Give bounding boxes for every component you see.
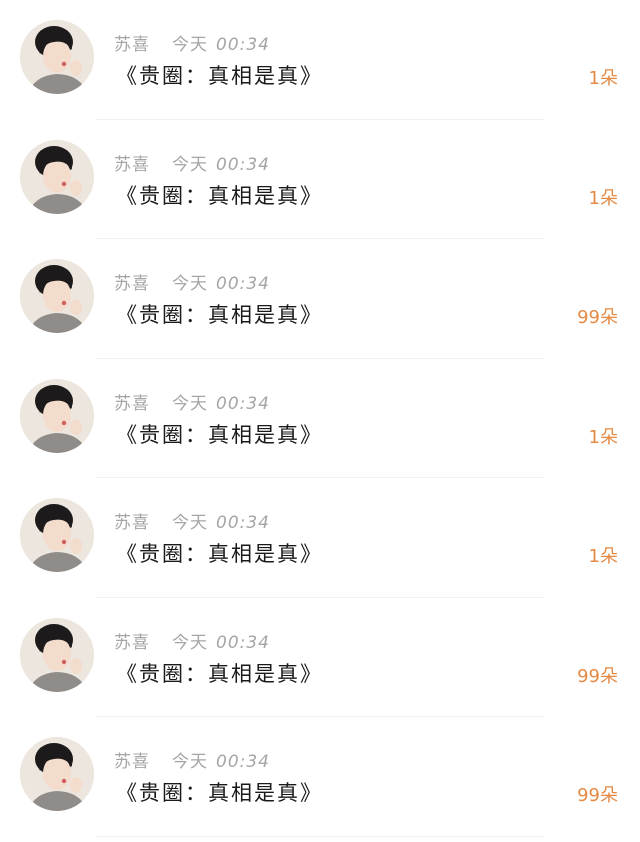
- list-item[interactable]: 苏喜 今天 00:34 《贵圈：真相是真》 99朵: [0, 598, 640, 718]
- avatar[interactable]: [20, 20, 94, 94]
- gift-count: 1朵: [588, 68, 618, 89]
- gift-count: 99朵: [577, 665, 618, 687]
- author-name: 苏喜: [114, 274, 150, 294]
- timestamp: 00:34: [216, 632, 270, 653]
- day-label: 今天: [172, 513, 208, 533]
- timestamp: 00:34: [216, 154, 270, 175]
- timestamp: 00:34: [216, 274, 270, 294]
- day-label: 今天: [172, 35, 208, 55]
- gift-count: 1朵: [588, 426, 618, 448]
- gift-count: 1朵: [588, 546, 618, 567]
- timestamp: 00:34: [216, 513, 270, 533]
- list-item[interactable]: 苏喜 今天 00:34 《贵圈：真相是真》 99朵: [0, 239, 640, 359]
- avatar[interactable]: [20, 259, 94, 333]
- message-meta: 苏喜 今天 00:34: [114, 30, 270, 55]
- gift-count: 1朵: [588, 187, 618, 209]
- avatar[interactable]: [20, 737, 94, 811]
- message-meta: 苏喜 今天 00:34: [114, 389, 270, 414]
- avatar[interactable]: [20, 617, 94, 692]
- message-meta: 苏喜 今天 00:34: [114, 150, 270, 175]
- gift-count: 99朵: [577, 307, 618, 328]
- message-list: 苏喜 今天 00:34 《贵圈：真相是真》 1朵 苏喜 今天 00:34 《贵圈：真相是…: [0, 0, 640, 842]
- message-meta: 苏喜 今天 00:34: [114, 508, 270, 533]
- avatar[interactable]: [20, 139, 94, 214]
- day-label: 今天: [172, 393, 208, 414]
- timestamp: 00:34: [216, 752, 270, 772]
- timestamp: 00:34: [216, 393, 270, 414]
- message-title: 《贵圈：真相是真》: [116, 781, 323, 805]
- list-item[interactable]: 苏喜 今天 00:34 《贵圈：真相是真》 1朵: [0, 120, 640, 240]
- message-title: 《贵圈：真相是真》: [116, 661, 323, 686]
- day-label: 今天: [172, 752, 208, 772]
- message-meta: 苏喜 今天 00:34: [114, 269, 270, 294]
- avatar[interactable]: [20, 378, 94, 453]
- day-label: 今天: [172, 274, 208, 294]
- list-item[interactable]: 苏喜 今天 00:34 《贵圈：真相是真》 1朵: [0, 359, 640, 479]
- message-title: 《贵圈：真相是真》: [116, 422, 323, 447]
- message-title: 《贵圈：真相是真》: [116, 303, 323, 327]
- list-item[interactable]: 苏喜 今天 00:34 《贵圈：真相是真》 99朵: [0, 717, 640, 837]
- author-name: 苏喜: [114, 393, 150, 414]
- message-meta: 苏喜 今天 00:34: [114, 747, 270, 772]
- author-name: 苏喜: [114, 513, 150, 533]
- gift-count: 99朵: [577, 785, 618, 806]
- message-title: 《贵圈：真相是真》: [116, 542, 323, 566]
- list-item[interactable]: 苏喜 今天 00:34 《贵圈：真相是真》 1朵: [0, 0, 640, 120]
- message-title: 《贵圈：真相是真》: [116, 183, 323, 208]
- message-title: 《贵圈：真相是真》: [116, 64, 323, 88]
- author-name: 苏喜: [114, 632, 150, 653]
- avatar[interactable]: [20, 498, 94, 572]
- list-item[interactable]: 苏喜 今天 00:34 《贵圈：真相是真》 1朵: [0, 478, 640, 598]
- author-name: 苏喜: [114, 752, 150, 772]
- author-name: 苏喜: [114, 154, 150, 175]
- day-label: 今天: [172, 154, 208, 175]
- author-name: 苏喜: [114, 35, 150, 55]
- day-label: 今天: [172, 632, 208, 653]
- timestamp: 00:34: [216, 35, 270, 55]
- message-meta: 苏喜 今天 00:34: [114, 628, 270, 653]
